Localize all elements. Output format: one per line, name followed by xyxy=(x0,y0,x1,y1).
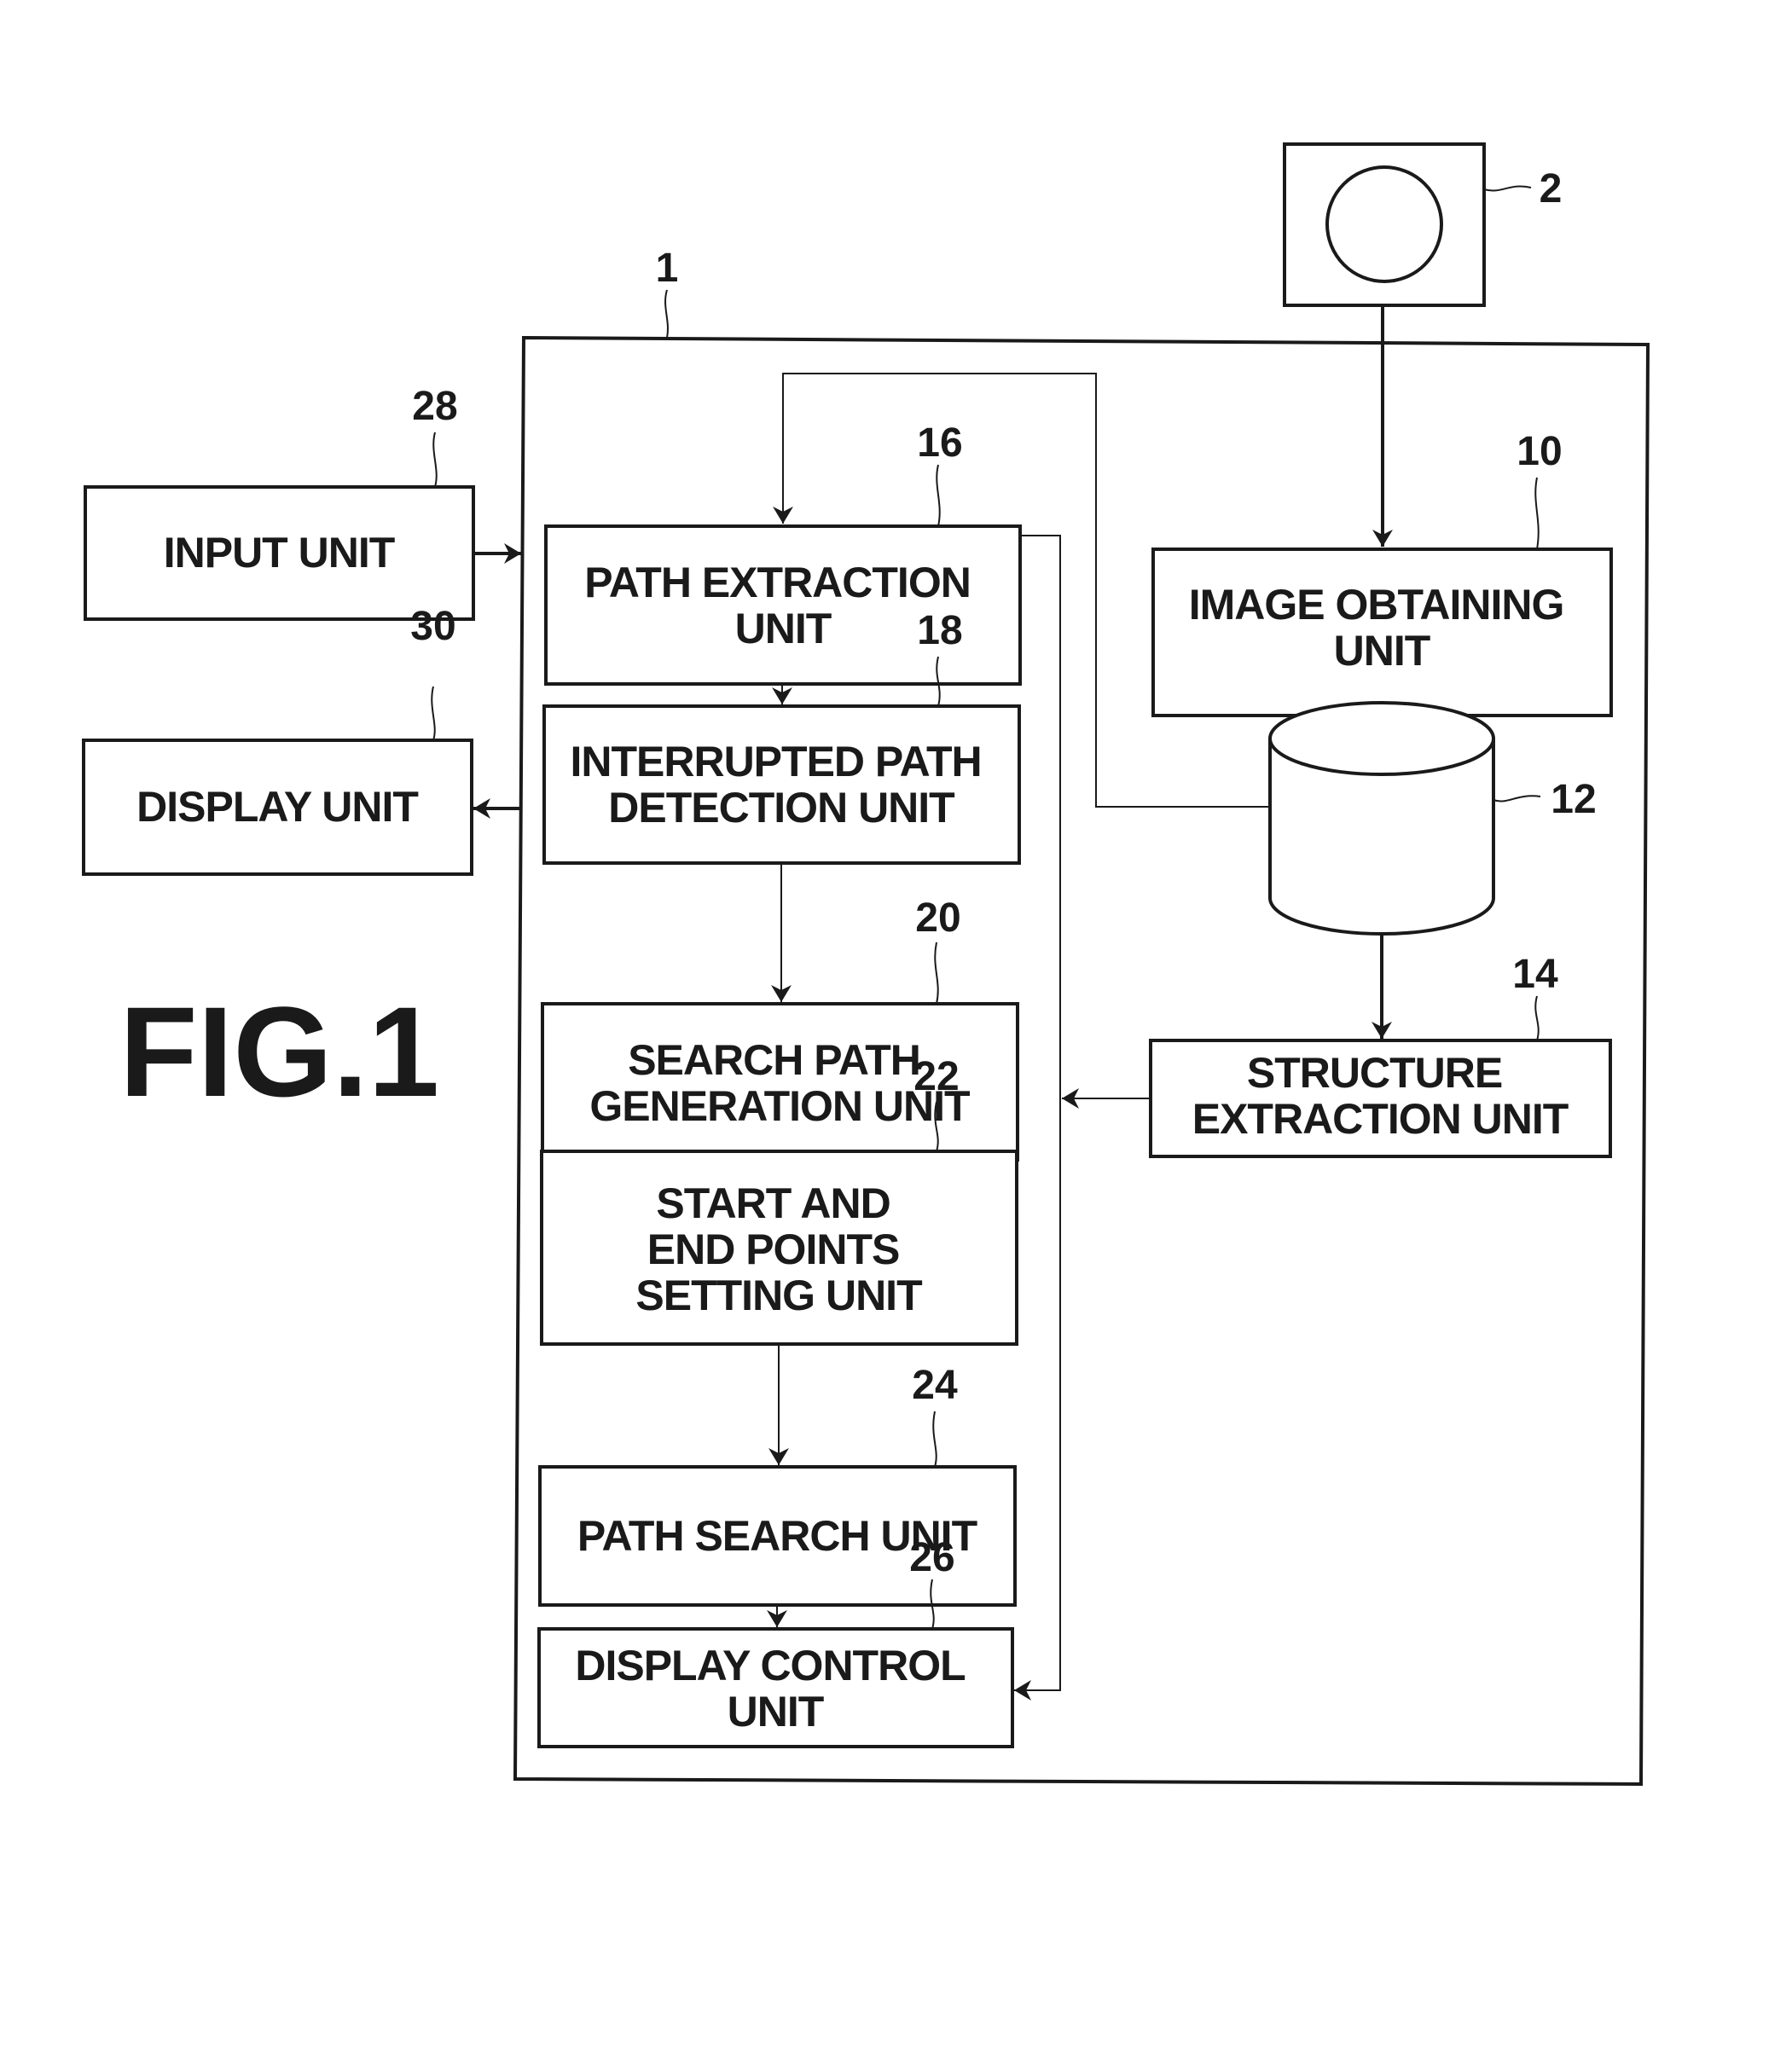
structure-extraction-ref-label: 14 xyxy=(1512,952,1558,997)
display-unit-label: DISPLAY UNIT xyxy=(136,783,418,831)
figure-title: FIG.1 xyxy=(119,980,439,1123)
input-ref-leader xyxy=(432,432,438,488)
storage-database-icon xyxy=(1268,701,1495,936)
interrupted-path-detection-unit-label: INTERRUPTED PATH DETECTION UNIT xyxy=(570,738,992,831)
interrupted-ref-label: 18 xyxy=(917,608,962,653)
camera-ref-leader xyxy=(1483,185,1532,192)
display-ref-label: 30 xyxy=(410,604,455,649)
image-obtaining-ref-leader xyxy=(1534,477,1540,550)
display-control-ref-label: 26 xyxy=(909,1535,954,1580)
system-ref-leader xyxy=(664,289,669,339)
path-search-ref-label: 24 xyxy=(912,1363,958,1408)
start-end-points-setting-unit-label: START AND END POINTS SETTING UNIT xyxy=(635,1179,922,1319)
line-path-extraction-to-display-control xyxy=(1014,535,1061,1701)
block-diagram: 1 2 IMAGE OBTAINING UNIT 10 12 STRUCTURE… xyxy=(82,142,1650,1787)
system-ref-label: 1 xyxy=(656,246,679,291)
image-obtaining-ref-label: 10 xyxy=(1517,429,1562,474)
search-path-generation-unit-label: SEARCH PATH GENERATION UNIT xyxy=(589,1036,970,1130)
path-extraction-ref-leader xyxy=(936,464,941,527)
display-ref-leader xyxy=(431,686,436,741)
start-end-ref-label: 22 xyxy=(913,1054,959,1099)
input-unit-label: INPUT UNIT xyxy=(164,529,395,577)
structure-extraction-ref-leader xyxy=(1534,995,1540,1041)
path-extraction-ref-label: 16 xyxy=(917,420,962,466)
camera-device xyxy=(1283,142,1486,307)
camera-ref-label: 2 xyxy=(1540,166,1563,211)
search-path-ref-label: 20 xyxy=(915,895,960,941)
path-search-ref-leader xyxy=(932,1411,937,1468)
input-ref-label: 28 xyxy=(412,384,457,429)
search-path-ref-leader xyxy=(934,942,939,1005)
storage-ref-leader xyxy=(1493,795,1541,803)
structure-extraction-unit-label: STRUCTURE EXTRACTION UNIT xyxy=(1192,1049,1569,1143)
storage-ref-label: 12 xyxy=(1551,777,1596,822)
